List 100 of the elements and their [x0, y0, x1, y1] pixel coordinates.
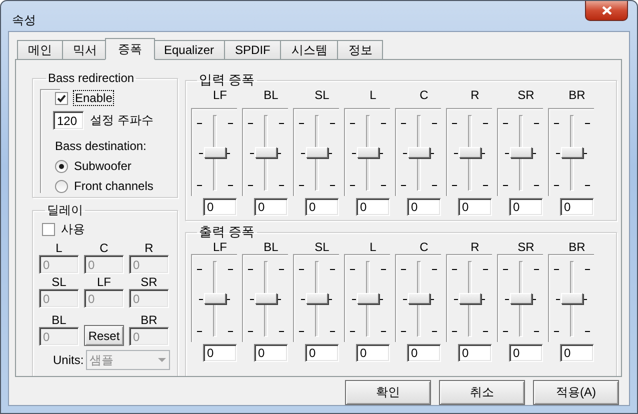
- checkbox-label: 사용: [61, 221, 85, 238]
- slider-thumb[interactable]: [306, 147, 328, 158]
- vertical-slider[interactable]: [194, 261, 234, 339]
- slider-thumb[interactable]: [510, 147, 532, 158]
- close-icon: [602, 6, 612, 15]
- checkbox-label: Enable: [74, 91, 114, 105]
- channel-label: L: [56, 241, 62, 255]
- channel-label: BL: [262, 89, 280, 104]
- channel-label: BR: [568, 241, 586, 253]
- channel-label: R: [470, 89, 480, 104]
- slider-thumb[interactable]: [254, 293, 276, 304]
- radio-label: Front channels: [74, 179, 154, 193]
- channel-label: BR: [140, 313, 158, 327]
- field-label: 설정 주파수: [90, 112, 154, 129]
- group-title: 출력 증폭: [198, 223, 256, 241]
- tab[interactable]: 증폭: [105, 38, 155, 60]
- gain-field[interactable]: 0: [458, 198, 492, 216]
- units-label: Units:: [53, 353, 84, 367]
- close-button[interactable]: [585, 1, 628, 21]
- gain-field[interactable]: 0: [509, 198, 543, 216]
- channel-label: SR: [516, 89, 536, 104]
- slider-thumb[interactable]: [204, 147, 226, 158]
- gain-field[interactable]: 0: [203, 198, 237, 216]
- channel-label: BL: [262, 241, 280, 253]
- slider-thumb[interactable]: [560, 293, 582, 304]
- vertical-slider[interactable]: [296, 261, 336, 339]
- tab[interactable]: 시스템: [280, 40, 338, 59]
- dialog-button[interactable]: 취소: [439, 380, 525, 405]
- tab[interactable]: 믹서: [62, 40, 108, 59]
- channel-label: BR: [568, 89, 586, 104]
- group-title: 입력 증폭: [198, 71, 256, 89]
- gain-field[interactable]: 0: [305, 198, 339, 216]
- gain-field[interactable]: 0: [509, 344, 543, 362]
- channel-label: SL: [314, 241, 330, 253]
- gain-field[interactable]: 0: [305, 344, 339, 362]
- checkbox[interactable]: [42, 223, 55, 236]
- vertical-slider[interactable]: [194, 115, 234, 193]
- slider-thumb[interactable]: [560, 147, 582, 158]
- gain-field[interactable]: 0: [356, 344, 390, 362]
- channel-label: C: [418, 241, 430, 253]
- gain-field[interactable]: 0: [458, 344, 492, 362]
- slider-thumb[interactable]: [356, 147, 378, 158]
- reset-button[interactable]: Reset: [84, 325, 124, 346]
- channel-label: SR: [516, 241, 536, 253]
- slider-thumb[interactable]: [510, 293, 532, 304]
- channel-label: LF: [96, 275, 111, 289]
- channel-label: LF: [212, 89, 228, 104]
- gain-field[interactable]: 0: [560, 344, 594, 362]
- slider-thumb[interactable]: [408, 147, 430, 158]
- channel-label: SR: [140, 275, 158, 289]
- radio-button[interactable]: [55, 180, 68, 192]
- checkbox[interactable]: [55, 92, 68, 104]
- vertical-slider[interactable]: [348, 261, 388, 339]
- vertical-slider[interactable]: [246, 261, 286, 339]
- destination-label: Bass destination:: [55, 139, 148, 153]
- channel-label: C: [100, 241, 108, 255]
- radio-label: Subwoofer: [74, 159, 132, 173]
- slider-thumb[interactable]: [306, 293, 328, 304]
- slider-thumb[interactable]: [408, 293, 430, 304]
- dialog-button[interactable]: 적용(A): [533, 380, 619, 405]
- gain-field[interactable]: 0: [254, 344, 288, 362]
- vertical-slider[interactable]: [500, 261, 540, 339]
- slider-thumb[interactable]: [254, 147, 276, 158]
- channel-label: R: [470, 241, 480, 253]
- group-title: Bass redirection: [47, 71, 136, 85]
- gain-field[interactable]: 0: [407, 198, 441, 216]
- vertical-slider[interactable]: [500, 115, 540, 193]
- tab[interactable]: 정보: [337, 40, 384, 59]
- vertical-slider[interactable]: [398, 115, 438, 193]
- vertical-slider[interactable]: [552, 115, 592, 193]
- vertical-slider[interactable]: [450, 261, 490, 339]
- group-title: 딜레이: [46, 202, 84, 219]
- gain-field[interactable]: 0: [254, 198, 288, 216]
- tab[interactable]: Equalizer: [153, 40, 226, 59]
- tab[interactable]: SPDIF: [224, 40, 282, 59]
- vertical-slider[interactable]: [246, 115, 286, 193]
- tab[interactable]: 메인: [17, 40, 63, 59]
- frequency-field[interactable]: 120: [53, 111, 84, 130]
- channel-label: R: [144, 241, 154, 255]
- channel-label: SL: [314, 89, 330, 104]
- slider-thumb[interactable]: [204, 293, 226, 304]
- dialog-button[interactable]: 확인: [345, 380, 431, 405]
- channel-label: SL: [52, 275, 66, 289]
- vertical-slider[interactable]: [450, 115, 490, 193]
- gain-field[interactable]: 0: [560, 198, 594, 216]
- slider-thumb[interactable]: [458, 147, 480, 158]
- vertical-slider[interactable]: [552, 261, 592, 339]
- gain-field[interactable]: 0: [407, 344, 441, 362]
- gain-field[interactable]: 0: [356, 198, 390, 216]
- slider-thumb[interactable]: [356, 293, 378, 304]
- vertical-slider[interactable]: [348, 115, 388, 193]
- window-title: 속성: [12, 12, 36, 29]
- vertical-slider[interactable]: [296, 115, 336, 193]
- slider-thumb[interactable]: [458, 293, 480, 304]
- channel-label: BL: [52, 313, 66, 327]
- radio-button[interactable]: [55, 160, 68, 172]
- channel-label: C: [418, 89, 430, 104]
- vertical-slider[interactable]: [398, 261, 438, 339]
- channel-label: L: [368, 241, 378, 253]
- gain-field[interactable]: 0: [203, 344, 237, 362]
